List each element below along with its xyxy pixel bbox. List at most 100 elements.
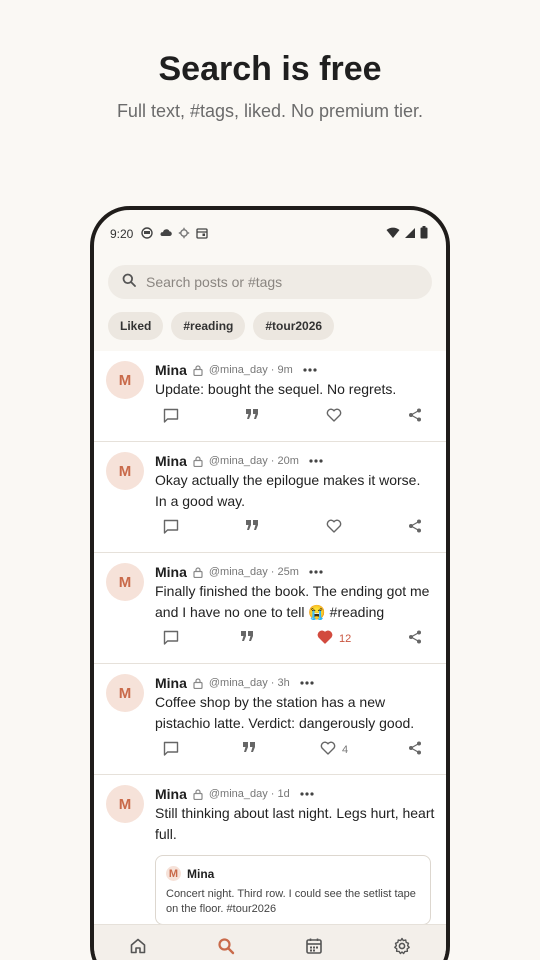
phone-frame: 9:20 Search posts or #tags Liked #readin…: [90, 206, 450, 960]
chip-liked[interactable]: Liked: [108, 312, 164, 340]
nav-home[interactable]: [94, 925, 182, 960]
like-button[interactable]: 12: [317, 630, 351, 647]
lock-icon: [193, 364, 203, 376]
like-button[interactable]: [326, 519, 348, 536]
post-text: Finally finished the book. The ending go…: [155, 583, 430, 620]
quote-icon[interactable]: [240, 630, 254, 642]
reply-icon[interactable]: [163, 630, 179, 646]
share-icon[interactable]: [408, 741, 422, 755]
post-item[interactable]: M Mina @mina_day · 20m Okay actually the…: [94, 442, 446, 553]
search-icon: [217, 937, 235, 960]
post-actions: 12: [94, 630, 446, 650]
quote-icon[interactable]: [245, 519, 259, 531]
lock-icon: [193, 566, 203, 578]
quote-icon[interactable]: [245, 408, 259, 420]
post-item[interactable]: M Mina @mina_day · 3h Coffee shop by the…: [94, 664, 446, 775]
search-icon: [122, 273, 136, 292]
author-name[interactable]: Mina: [155, 453, 187, 469]
bottom-nav: [94, 924, 446, 960]
author-name[interactable]: Mina: [155, 362, 187, 378]
author-name[interactable]: Mina: [155, 675, 187, 691]
like-count: 12: [339, 632, 352, 645]
avatar[interactable]: M: [106, 674, 144, 712]
post-header: Mina @mina_day · 3h: [155, 675, 314, 691]
search-bar[interactable]: Search posts or #tags: [108, 265, 432, 299]
more-icon[interactable]: [309, 459, 323, 463]
post-header: Mina @mina_day · 20m: [155, 453, 323, 469]
quote-icon[interactable]: [242, 741, 256, 753]
author-name[interactable]: Mina: [155, 564, 187, 580]
cloud-icon: [159, 227, 173, 242]
more-icon[interactable]: [300, 792, 314, 796]
settings-icon: [178, 227, 190, 242]
chip-tour2026[interactable]: #tour2026: [253, 312, 335, 340]
reply-icon[interactable]: [163, 519, 179, 535]
heart-icon: [320, 741, 336, 758]
share-icon[interactable]: [408, 408, 422, 422]
lock-icon: [193, 788, 203, 800]
more-icon[interactable]: [309, 570, 323, 574]
post-actions: 4: [94, 741, 446, 761]
app-screen: 9:20 Search posts or #tags Liked #readin…: [94, 210, 446, 960]
calendar-icon: [305, 937, 323, 960]
calendar-icon: [196, 227, 209, 242]
status-bar: 9:20: [110, 224, 428, 244]
post-meta: @mina_day · 1d: [208, 788, 290, 800]
quote-text: Concert night. Third row. I could see th…: [166, 888, 416, 915]
quote-author-name: Mina: [187, 866, 215, 881]
nav-search[interactable]: [182, 925, 270, 960]
gear-icon: [393, 937, 411, 960]
like-count: 4: [342, 743, 349, 756]
heart-icon: [326, 408, 342, 425]
chip-reading[interactable]: #reading: [171, 312, 246, 340]
author-name[interactable]: Mina: [155, 786, 187, 802]
quote-avatar: M: [166, 866, 181, 881]
headline: Search is free: [158, 50, 382, 88]
status-time: 9:20: [110, 227, 134, 241]
avatar[interactable]: M: [106, 361, 144, 399]
avatar[interactable]: M: [106, 563, 144, 601]
subheadline: Full text, #tags, liked. No premium tier…: [116, 101, 424, 121]
post-meta: @mina_day · 3h: [208, 677, 290, 689]
post-item[interactable]: M Mina @mina_day · 25m Finally finished …: [94, 553, 446, 664]
battery-icon: [420, 226, 428, 242]
share-icon[interactable]: [408, 519, 422, 533]
lock-icon: [193, 455, 203, 467]
signal-icon: [404, 227, 416, 242]
post-header: Mina @mina_day · 9m: [155, 362, 317, 378]
post-item[interactable]: M Mina @mina_day · 1d Still thinking abo…: [94, 775, 446, 925]
like-button[interactable]: 4: [320, 741, 348, 758]
post-meta: @mina_day · 25m: [208, 566, 299, 578]
like-button[interactable]: [326, 408, 348, 425]
post-meta: @mina_day · 20m: [208, 455, 299, 467]
post-text: Okay actually the epilogue makes it wors…: [155, 472, 421, 509]
post-meta: @mina_day · 9m: [208, 364, 293, 376]
post-feed: M Mina @mina_day · 9m Update: bought the…: [94, 351, 446, 925]
filter-chips: Liked #reading #tour2026: [108, 312, 335, 340]
reply-icon[interactable]: [163, 408, 179, 424]
post-actions: [94, 408, 446, 428]
post-actions: [94, 519, 446, 539]
more-icon[interactable]: [303, 368, 317, 372]
vpn-icon: [141, 226, 154, 242]
post-header: Mina @mina_day · 25m: [155, 564, 323, 580]
share-icon[interactable]: [408, 630, 422, 644]
post-item[interactable]: M Mina @mina_day · 9m Update: bought the…: [94, 351, 446, 442]
post-text: Still thinking about last night. Legs hu…: [155, 805, 435, 842]
nav-settings[interactable]: [358, 925, 446, 960]
search-placeholder: Search posts or #tags: [146, 274, 283, 290]
post-header: Mina @mina_day · 1d: [155, 786, 314, 802]
lock-icon: [193, 677, 203, 689]
post-text: Coffee shop by the station has a new pis…: [155, 694, 415, 731]
home-icon: [129, 937, 147, 960]
wifi-icon: [386, 227, 400, 242]
avatar[interactable]: M: [106, 785, 144, 823]
reply-icon[interactable]: [163, 741, 179, 757]
heart-filled-icon: [317, 630, 333, 647]
nav-calendar[interactable]: [270, 925, 358, 960]
heart-icon: [326, 519, 342, 536]
more-icon[interactable]: [300, 681, 314, 685]
post-text: Update: bought the sequel. No regrets.: [155, 381, 397, 397]
avatar[interactable]: M: [106, 452, 144, 490]
quoted-post[interactable]: M Mina Concert night. Third row. I could…: [155, 855, 431, 925]
